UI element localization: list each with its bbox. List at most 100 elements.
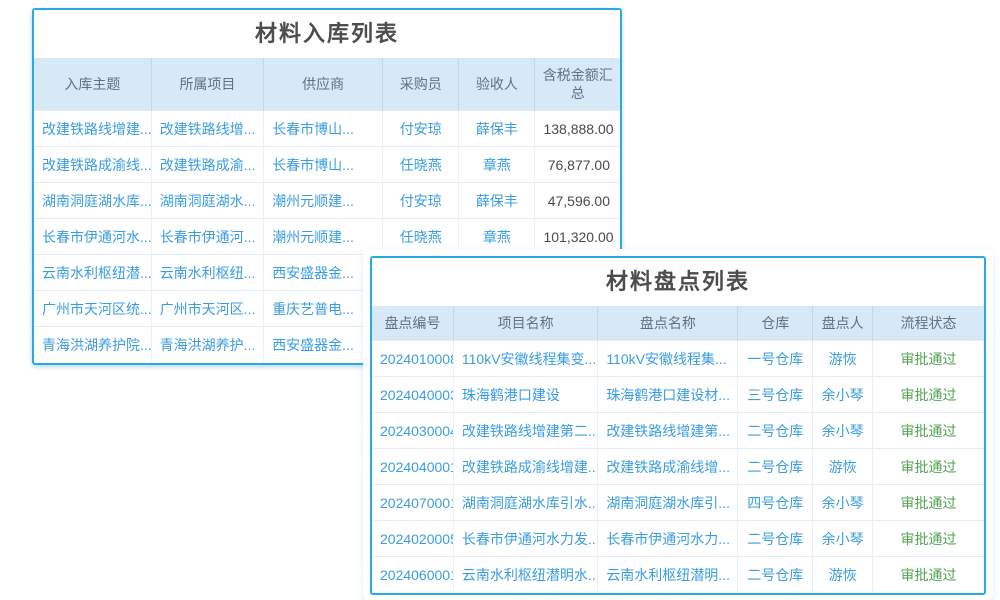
inventory-table-row[interactable]: 2024040003 珠海鹤港口建设 珠海鹤港口建设材... 三号仓库 余小琴 … <box>372 377 984 413</box>
cell-inbound-subject[interactable]: 云南水利枢纽潜... <box>34 255 151 291</box>
inventory-table: 盘点编号 项目名称 盘点名称 仓库 盘点人 流程状态 2024010008 11… <box>372 306 984 593</box>
cell-inbound-amount: 76,877.00 <box>535 147 620 183</box>
inventory-table-row[interactable]: 2024060001 云南水利枢纽潜明水... 云南水利枢纽潜明... 二号仓库… <box>372 557 984 593</box>
cell-inbound-supplier[interactable]: 重庆艺普电... <box>264 291 383 327</box>
cell-inbound-project[interactable]: 改建铁路线增... <box>151 111 264 147</box>
column-header-project: 项目名称 <box>453 306 597 341</box>
inventory-table-title: 材料盘点列表 <box>372 258 984 306</box>
cell-inventory-status: 审批通过 <box>873 377 984 413</box>
cell-inbound-supplier[interactable]: 潮州元顺建... <box>264 219 383 255</box>
cell-inventory-status: 审批通过 <box>873 413 984 449</box>
cell-inventory-code[interactable]: 2024040001 <box>372 449 453 485</box>
cell-inventory-name[interactable]: 长春市伊通河水力... <box>598 521 738 557</box>
cell-inbound-project[interactable]: 云南水利枢纽... <box>151 255 264 291</box>
cell-inventory-person: 余小琴 <box>813 413 873 449</box>
column-header-subject: 入库主题 <box>34 58 151 111</box>
cell-inventory-name[interactable]: 改建铁路成渝线增... <box>598 449 738 485</box>
cell-inventory-status: 审批通过 <box>873 521 984 557</box>
inventory-table-row[interactable]: 2024030004 改建铁路线增建第二... 改建铁路线增建第... 二号仓库… <box>372 413 984 449</box>
column-header-name: 盘点名称 <box>598 306 738 341</box>
cell-inventory-code[interactable]: 2024030004 <box>372 413 453 449</box>
cell-inventory-warehouse: 二号仓库 <box>738 413 813 449</box>
cell-inbound-buyer: 任晓燕 <box>383 219 459 255</box>
cell-inbound-subject[interactable]: 改建铁路线增建... <box>34 111 151 147</box>
cell-inbound-buyer: 付安琼 <box>383 183 459 219</box>
cell-inbound-subject[interactable]: 长春市伊通河水... <box>34 219 151 255</box>
column-header-code: 盘点编号 <box>372 306 453 341</box>
cell-inventory-warehouse: 三号仓库 <box>738 377 813 413</box>
cell-inventory-status: 审批通过 <box>873 557 984 593</box>
cell-inventory-warehouse: 一号仓库 <box>738 341 813 377</box>
cell-inbound-inspector: 章燕 <box>459 147 535 183</box>
inbound-table-row[interactable]: 湖南洞庭湖水库... 湖南洞庭湖水... 潮州元顺建... 付安琼 薛保丰 47… <box>34 183 620 219</box>
cell-inventory-project[interactable]: 改建铁路线增建第二... <box>453 413 597 449</box>
cell-inbound-subject[interactable]: 改建铁路成渝线... <box>34 147 151 183</box>
cell-inbound-amount: 101,320.00 <box>535 219 620 255</box>
column-header-inspector: 验收人 <box>459 58 535 111</box>
cell-inbound-inspector: 薛保丰 <box>459 111 535 147</box>
column-header-project: 所属项目 <box>151 58 264 111</box>
inbound-table-title: 材料入库列表 <box>34 10 620 58</box>
cell-inbound-project[interactable]: 长春市伊通河... <box>151 219 264 255</box>
cell-inbound-project[interactable]: 改建铁路成渝... <box>151 147 264 183</box>
column-header-person: 盘点人 <box>813 306 873 341</box>
cell-inventory-code[interactable]: 2024060001 <box>372 557 453 593</box>
inventory-header-row: 盘点编号 项目名称 盘点名称 仓库 盘点人 流程状态 <box>372 306 984 341</box>
cell-inventory-project[interactable]: 110kV安徽线程集变... <box>453 341 597 377</box>
cell-inbound-subject[interactable]: 青海洪湖养护院... <box>34 327 151 363</box>
cell-inventory-status: 审批通过 <box>873 449 984 485</box>
inventory-table-panel: 材料盘点列表 盘点编号 项目名称 盘点名称 仓库 盘点人 流程状态 <box>370 256 986 595</box>
inventory-table-row[interactable]: 2024010008 110kV安徽线程集变... 110kV安徽线程集... … <box>372 341 984 377</box>
cell-inbound-project[interactable]: 湖南洞庭湖水... <box>151 183 264 219</box>
column-header-buyer: 采购员 <box>383 58 459 111</box>
workspace: 材料入库列表 入库主题 所属项目 供应商 采购员 验收人 含税金额汇总 <box>0 0 1000 600</box>
cell-inventory-code[interactable]: 2024020005 <box>372 521 453 557</box>
cell-inventory-project[interactable]: 湖南洞庭湖水库引水... <box>453 485 597 521</box>
cell-inbound-supplier[interactable]: 长春市博山... <box>264 111 383 147</box>
cell-inventory-person: 余小琴 <box>813 485 873 521</box>
cell-inventory-project[interactable]: 云南水利枢纽潜明水... <box>453 557 597 593</box>
cell-inbound-supplier[interactable]: 西安盛器金... <box>264 327 383 363</box>
cell-inbound-inspector: 薛保丰 <box>459 183 535 219</box>
cell-inbound-subject[interactable]: 湖南洞庭湖水库... <box>34 183 151 219</box>
cell-inbound-project[interactable]: 广州市天河区... <box>151 291 264 327</box>
cell-inventory-name[interactable]: 珠海鹤港口建设材... <box>598 377 738 413</box>
inventory-table-row[interactable]: 2024020005 长春市伊通河水力发... 长春市伊通河水力... 二号仓库… <box>372 521 984 557</box>
cell-inventory-code[interactable]: 2024040003 <box>372 377 453 413</box>
cell-inventory-name[interactable]: 云南水利枢纽潜明... <box>598 557 738 593</box>
inbound-header-row: 入库主题 所属项目 供应商 采购员 验收人 含税金额汇总 <box>34 58 620 111</box>
cell-inventory-person: 游恢 <box>813 341 873 377</box>
cell-inventory-status: 审批通过 <box>873 485 984 521</box>
cell-inventory-project[interactable]: 改建铁路成渝线增建... <box>453 449 597 485</box>
inventory-table-row[interactable]: 2024040001 改建铁路成渝线增建... 改建铁路成渝线增... 二号仓库… <box>372 449 984 485</box>
column-header-supplier: 供应商 <box>264 58 383 111</box>
cell-inbound-inspector: 章燕 <box>459 219 535 255</box>
cell-inventory-person: 余小琴 <box>813 521 873 557</box>
cell-inventory-warehouse: 二号仓库 <box>738 557 813 593</box>
cell-inventory-person: 游恢 <box>813 449 873 485</box>
cell-inventory-warehouse: 二号仓库 <box>738 449 813 485</box>
column-header-warehouse: 仓库 <box>738 306 813 341</box>
cell-inventory-warehouse: 二号仓库 <box>738 521 813 557</box>
cell-inventory-name[interactable]: 110kV安徽线程集... <box>598 341 738 377</box>
cell-inventory-code[interactable]: 2024070001 <box>372 485 453 521</box>
cell-inventory-person: 余小琴 <box>813 377 873 413</box>
cell-inventory-code[interactable]: 2024010008 <box>372 341 453 377</box>
inventory-table-row[interactable]: 2024070001 湖南洞庭湖水库引水... 湖南洞庭湖水库引... 四号仓库… <box>372 485 984 521</box>
inbound-table-row[interactable]: 长春市伊通河水... 长春市伊通河... 潮州元顺建... 任晓燕 章燕 101… <box>34 219 620 255</box>
cell-inbound-supplier[interactable]: 西安盛器金... <box>264 255 383 291</box>
cell-inbound-subject[interactable]: 广州市天河区统... <box>34 291 151 327</box>
cell-inbound-supplier[interactable]: 潮州元顺建... <box>264 183 383 219</box>
cell-inventory-person: 游恢 <box>813 557 873 593</box>
cell-inbound-project[interactable]: 青海洪湖养护... <box>151 327 264 363</box>
cell-inventory-name[interactable]: 湖南洞庭湖水库引... <box>598 485 738 521</box>
cell-inventory-name[interactable]: 改建铁路线增建第... <box>598 413 738 449</box>
column-header-status: 流程状态 <box>873 306 984 341</box>
cell-inventory-status: 审批通过 <box>873 341 984 377</box>
cell-inventory-project[interactable]: 珠海鹤港口建设 <box>453 377 597 413</box>
cell-inventory-project[interactable]: 长春市伊通河水力发... <box>453 521 597 557</box>
inbound-table-row[interactable]: 改建铁路线增建... 改建铁路线增... 长春市博山... 付安琼 薛保丰 13… <box>34 111 620 147</box>
inbound-table-row[interactable]: 改建铁路成渝线... 改建铁路成渝... 长春市博山... 任晓燕 章燕 76,… <box>34 147 620 183</box>
cell-inbound-buyer: 任晓燕 <box>383 147 459 183</box>
cell-inbound-supplier[interactable]: 长春市博山... <box>264 147 383 183</box>
